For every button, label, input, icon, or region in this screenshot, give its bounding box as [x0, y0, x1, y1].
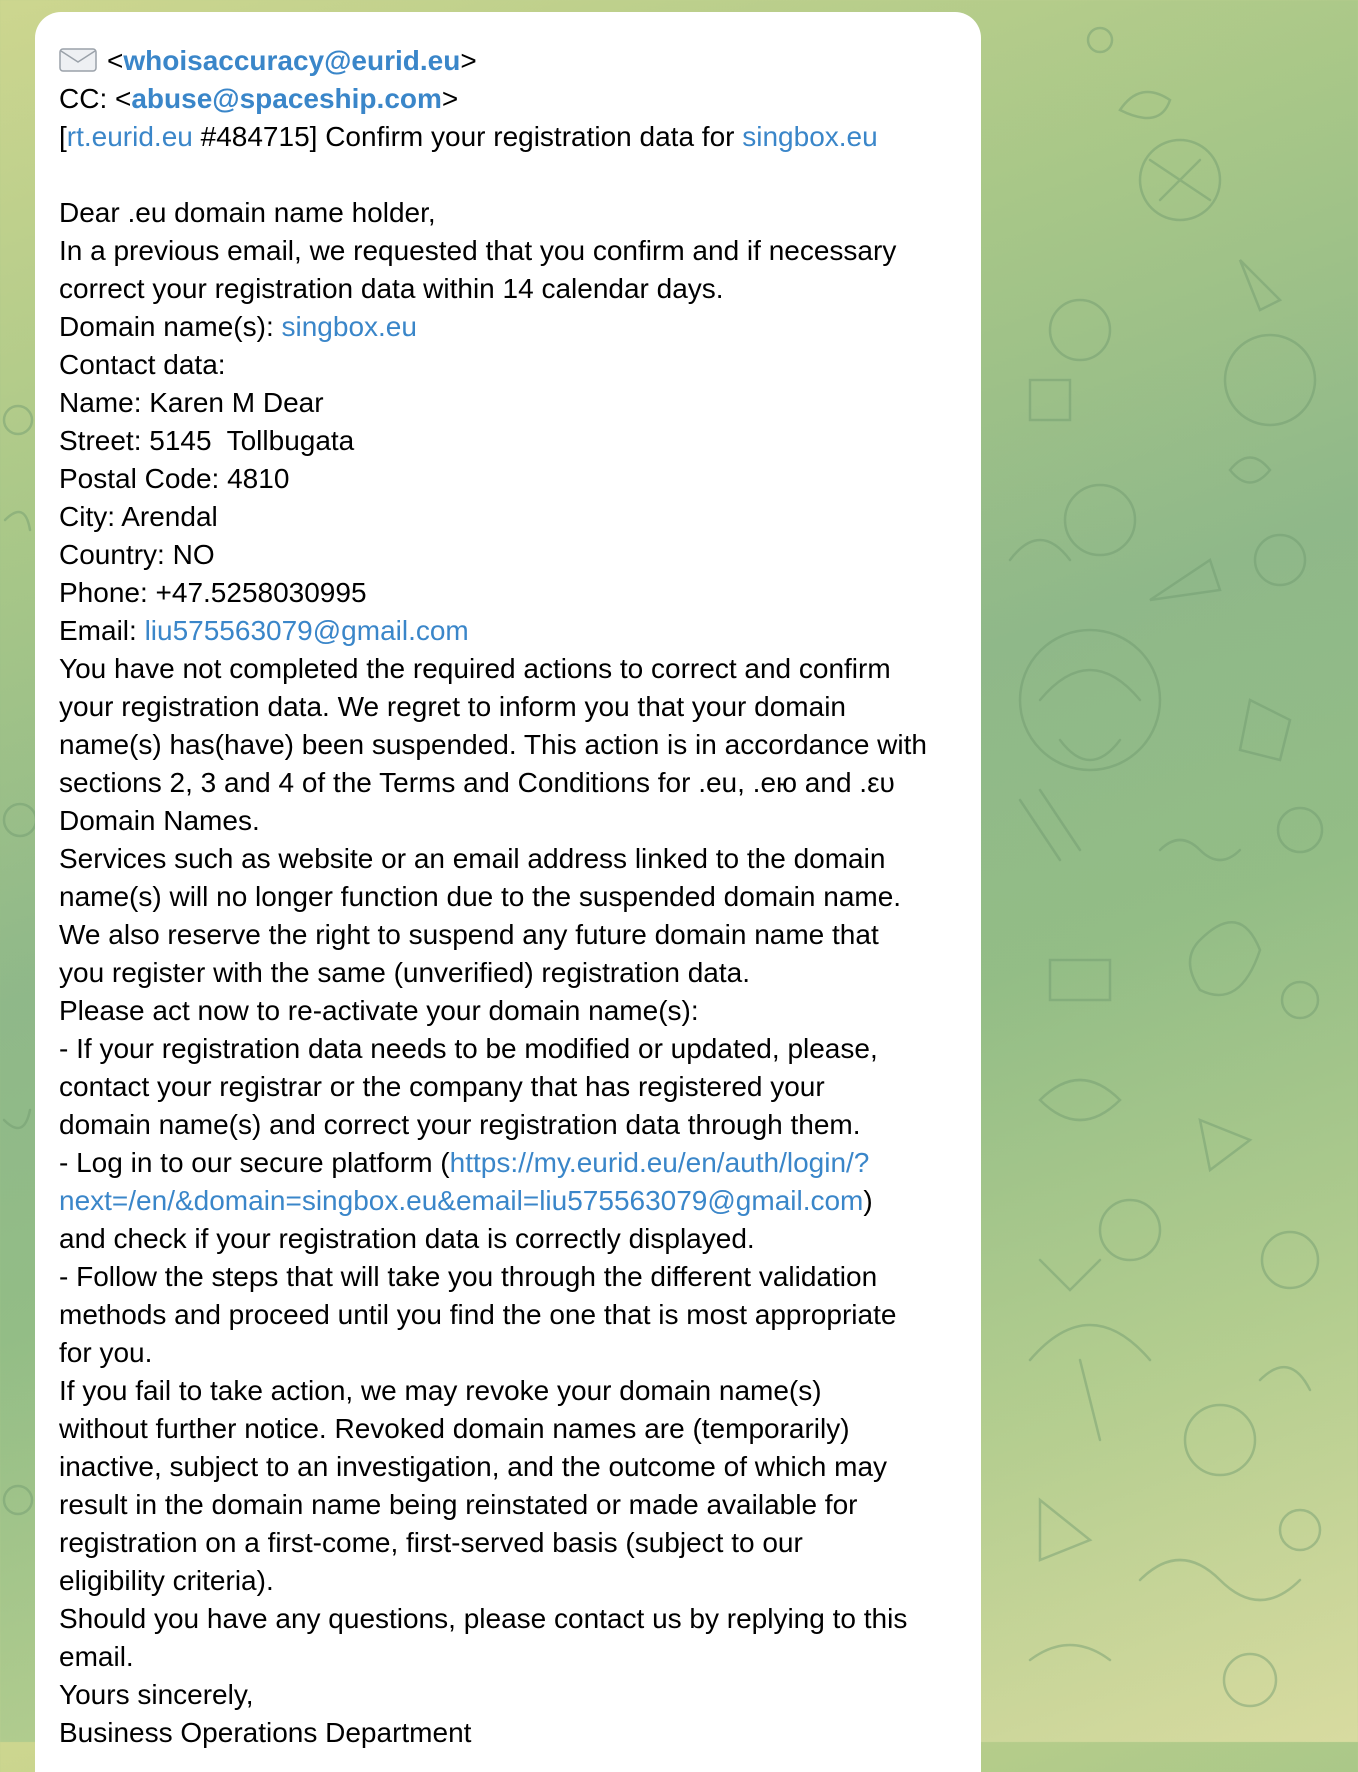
body-line: sections 2, 3 and 4 of the Terms and Con… — [59, 767, 895, 798]
cc-email-link[interactable]: abuse@spaceship.com — [131, 83, 442, 114]
body-line: contact your registrar or the company th… — [59, 1071, 825, 1102]
login-line-2: next=/en/&domain=singbox.eu&email=liu575… — [59, 1182, 957, 1220]
body-line: without further notice. Revoked domain n… — [59, 1413, 850, 1444]
body-line: for you. — [59, 1337, 153, 1368]
from-open: < — [107, 45, 124, 76]
from-line: <whoisaccuracy@eurid.eu> — [59, 42, 957, 80]
body-line: We also reserve the right to suspend any… — [59, 919, 879, 950]
subject-open: [ — [59, 121, 67, 152]
body-line: You have not completed the required acti… — [59, 653, 891, 684]
contact-email-link[interactable]: liu575563079@gmail.com — [145, 615, 469, 646]
cc-close: > — [441, 83, 459, 114]
body-line: name(s) has(have) been suspended. This a… — [59, 729, 927, 760]
body-line: your registration data. We regret to inf… — [59, 691, 846, 722]
login-link-part2[interactable]: next=/en/&domain=singbox.eu&email=liu575… — [59, 1185, 863, 1216]
cc-line: CC: <abuse@spaceship.com> — [59, 80, 957, 118]
body-line: domain name(s) and correct your registra… — [59, 1109, 861, 1140]
body-line: correct your registration data within 14… — [59, 273, 724, 304]
contact-postal: Postal Code: 4810 — [59, 463, 290, 494]
contact-email-line: Email: liu575563079@gmail.com — [59, 612, 957, 650]
body-line: - Follow the steps that will take you th… — [59, 1261, 878, 1292]
from-email-link[interactable]: whoisaccuracy@eurid.eu — [123, 45, 460, 76]
envelope-icon — [59, 48, 97, 72]
subject-line: [rt.eurid.eu #484715] Confirm your regis… — [59, 118, 957, 156]
body-line: Services such as website or an email add… — [59, 843, 886, 874]
body-line: methods and proceed until you find the o… — [59, 1299, 897, 1330]
signature: Business Operations Department — [59, 1717, 472, 1748]
subject-domain-link[interactable]: singbox.eu — [742, 121, 877, 152]
body-line: you register with the same (unverified) … — [59, 957, 750, 988]
contact-country: Country: NO — [59, 539, 215, 570]
contact-label: Contact data: — [59, 349, 226, 380]
body-line: email. — [59, 1641, 134, 1672]
subject-rt-link[interactable]: rt.eurid.eu — [67, 121, 193, 152]
body-line: inactive, subject to an investigation, a… — [59, 1451, 888, 1482]
login-line: - Log in to our secure platform (https:/… — [59, 1144, 957, 1182]
domain-link[interactable]: singbox.eu — [282, 311, 417, 342]
body-line: Domain Names. — [59, 805, 260, 836]
body-line: eligibility criteria). — [59, 1565, 274, 1596]
subject-text: #484715] Confirm your registration data … — [192, 121, 743, 152]
contact-name: Name: Karen M Dear — [59, 387, 324, 418]
domain-line: Domain name(s): singbox.eu — [59, 308, 957, 346]
closing: Yours sincerely, — [59, 1679, 254, 1710]
body-line: If you fail to take action, we may revok… — [59, 1375, 822, 1406]
from-close: > — [460, 45, 477, 76]
cc-prefix: CC: < — [59, 83, 132, 114]
body-line: Should you have any questions, please co… — [59, 1603, 908, 1634]
email-label: Email: — [59, 615, 145, 646]
login-pre: - Log in to our secure platform ( — [59, 1147, 450, 1178]
body-line: - If your registration data needs to be … — [59, 1033, 878, 1064]
body-line: name(s) will no longer function due to t… — [59, 881, 902, 912]
body-line: Please act now to re-activate your domai… — [59, 995, 699, 1026]
body-line: In a previous email, we requested that y… — [59, 235, 897, 266]
body-line: result in the domain name being reinstat… — [59, 1489, 858, 1520]
email-message-bubble: <whoisaccuracy@eurid.eu> CC: <abuse@spac… — [35, 12, 981, 1772]
login-link-part1[interactable]: https://my.eurid.eu/en/auth/login/? — [450, 1147, 870, 1178]
domain-label: Domain name(s): — [59, 311, 282, 342]
body-line: and check if your registration data is c… — [59, 1223, 755, 1254]
login-post: ) — [863, 1185, 873, 1216]
contact-street: Street: 5145 Tollbugata — [59, 425, 355, 456]
contact-city: City: Arendal — [59, 501, 218, 532]
body-line: registration on a first-come, first-serv… — [59, 1527, 803, 1558]
greeting: Dear .eu domain name holder, — [59, 197, 436, 228]
contact-phone: Phone: +47.5258030995 — [59, 577, 367, 608]
